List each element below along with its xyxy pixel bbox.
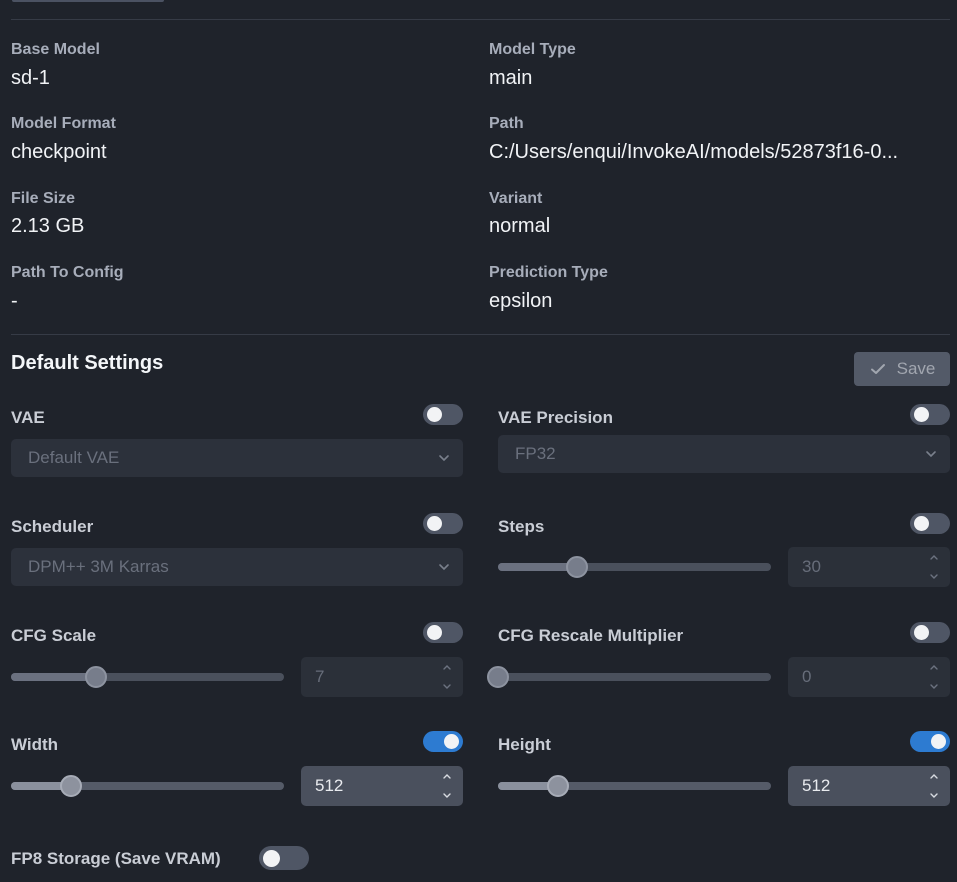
chevron-up-icon[interactable] <box>441 661 453 673</box>
steps-toggle[interactable] <box>910 513 950 534</box>
height-toggle[interactable] <box>910 731 950 752</box>
chevron-down-icon[interactable] <box>928 790 940 802</box>
vae-label: VAE <box>11 408 45 427</box>
chevron-up-icon[interactable] <box>928 551 940 563</box>
path-to-config-label: Path To Config <box>11 264 124 281</box>
prediction-type-value: epsilon <box>489 290 553 312</box>
top-tab-indicator <box>12 0 164 2</box>
width-toggle[interactable] <box>423 731 463 752</box>
height-input[interactable]: 512 <box>788 766 950 806</box>
file-size-label: File Size <box>11 190 76 207</box>
vae-precision-toggle[interactable] <box>910 404 950 425</box>
path-label: Path <box>489 115 524 132</box>
cfg-scale-toggle[interactable] <box>423 622 463 643</box>
cfg-rescale-slider[interactable] <box>487 666 771 688</box>
fp8-storage-toggle[interactable] <box>259 846 309 870</box>
width-label: Width <box>11 735 59 754</box>
save-button-label: Save <box>896 359 936 378</box>
model-type-label: Model Type <box>489 41 576 58</box>
steps-input[interactable]: 30 <box>788 547 950 587</box>
vae-select[interactable]: Default VAE <box>11 439 463 477</box>
fp8-storage-label: FP8 Storage (Save VRAM) <box>11 849 221 868</box>
vae-precision-select[interactable]: FP32 <box>498 435 950 473</box>
width-slider[interactable] <box>11 775 284 797</box>
width-input-value: 512 <box>315 776 344 795</box>
height-input-value: 512 <box>802 776 831 795</box>
chevron-up-icon[interactable] <box>441 770 453 782</box>
path-value: C:/Users/enqui/InvokeAI/models/52873f16-… <box>489 141 899 163</box>
model-format-value: checkpoint <box>11 141 107 163</box>
path-to-config-value: - <box>11 290 18 312</box>
height-label: Height <box>498 735 551 754</box>
scheduler-label: Scheduler <box>11 517 94 536</box>
cfg-scale-slider[interactable] <box>11 666 284 688</box>
cfg-scale-input-value: 7 <box>315 667 325 686</box>
default-settings-title: Default Settings <box>11 352 164 374</box>
check-icon <box>870 364 885 374</box>
save-button[interactable]: Save <box>854 352 950 386</box>
cfg-rescale-slider-thumb[interactable] <box>487 666 509 688</box>
cfg-scale-label: CFG Scale <box>11 626 97 645</box>
prediction-type-label: Prediction Type <box>489 264 608 281</box>
vae-select-value: Default VAE <box>28 448 120 467</box>
variant-value: normal <box>489 215 551 237</box>
cfg-rescale-toggle[interactable] <box>910 622 950 643</box>
variant-label: Variant <box>489 190 543 207</box>
cfg-rescale-input[interactable]: 0 <box>788 657 950 697</box>
cfg-scale-input[interactable]: 7 <box>301 657 463 697</box>
vae-precision-select-value: FP32 <box>515 444 556 463</box>
divider-top <box>11 19 950 20</box>
chevron-down-icon[interactable] <box>441 681 453 693</box>
file-size-value: 2.13 GB <box>11 215 85 237</box>
model-format-label: Model Format <box>11 115 116 132</box>
divider-settings <box>11 334 950 335</box>
chevron-down-icon[interactable] <box>928 571 940 583</box>
model-type-value: main <box>489 67 533 89</box>
chevron-up-icon[interactable] <box>928 661 940 673</box>
chevron-down-icon <box>439 455 449 462</box>
base-model-value: sd-1 <box>11 67 50 89</box>
chevron-down-icon[interactable] <box>928 681 940 693</box>
steps-slider[interactable] <box>498 556 771 578</box>
steps-slider-thumb[interactable] <box>566 556 589 578</box>
steps-input-value: 30 <box>802 557 821 576</box>
vae-toggle[interactable] <box>423 404 463 425</box>
base-model-label: Base Model <box>11 41 100 58</box>
height-slider[interactable] <box>498 775 771 797</box>
scheduler-toggle[interactable] <box>423 513 463 534</box>
chevron-down-icon <box>439 564 449 571</box>
width-slider-thumb[interactable] <box>60 775 83 797</box>
scheduler-select[interactable]: DPM++ 3M Karras <box>11 548 463 586</box>
width-input[interactable]: 512 <box>301 766 463 806</box>
chevron-down-icon[interactable] <box>441 790 453 802</box>
vae-precision-label: VAE Precision <box>498 408 613 427</box>
steps-label: Steps <box>498 517 545 536</box>
cfg-rescale-label: CFG Rescale Multiplier <box>498 626 684 645</box>
chevron-down-icon <box>926 451 936 458</box>
chevron-up-icon[interactable] <box>928 770 940 782</box>
height-slider-thumb[interactable] <box>547 775 570 797</box>
scheduler-select-value: DPM++ 3M Karras <box>28 557 169 576</box>
cfg-scale-slider-thumb[interactable] <box>84 666 107 688</box>
cfg-rescale-input-value: 0 <box>802 667 812 686</box>
